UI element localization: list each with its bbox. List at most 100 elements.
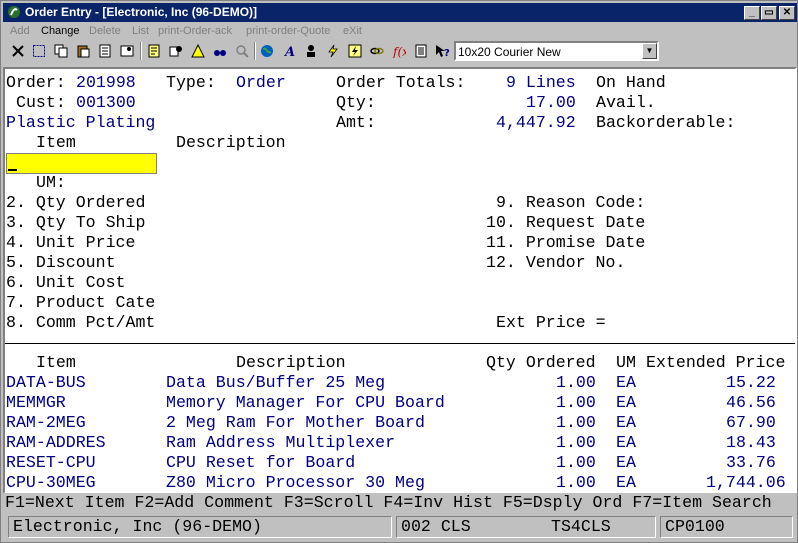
row-qty: 1.00 — [556, 433, 596, 452]
row-price: 33.76 — [726, 453, 776, 472]
avail-label: Avail. — [596, 93, 656, 112]
status-program: CP0100 — [660, 516, 793, 538]
status-company: Electronic, Inc (96-DEMO) — [8, 516, 392, 538]
col-header-item: Item — [36, 353, 76, 372]
row-um: EA — [616, 373, 636, 392]
terminal-screen[interactable]: Order: 201998 Type: Order Order Totals: … — [3, 67, 797, 494]
row-um: EA — [616, 473, 636, 492]
field-vendor-no[interactable]: 12. Vendor No. — [486, 253, 625, 273]
toolbar: A f(x) ? 10x20 Courier New ▼ — [3, 40, 797, 64]
users-icon[interactable] — [301, 41, 321, 61]
select-icon[interactable] — [29, 41, 49, 61]
cut-icon[interactable] — [8, 41, 28, 61]
function-icon[interactable]: f(x) — [389, 41, 409, 61]
earth-icon[interactable] — [257, 41, 277, 61]
menu-exit[interactable]: eXit — [343, 25, 362, 37]
menu-list[interactable]: List — [132, 25, 149, 37]
type-value: Order — [236, 73, 286, 92]
lightning-icon[interactable] — [323, 41, 343, 61]
field-promise-date[interactable]: 11. Promise Date — [486, 233, 645, 253]
field-unit-price[interactable]: 4. Unit Price — [6, 233, 135, 253]
notes-icon[interactable] — [144, 41, 164, 61]
font-icon[interactable]: A — [279, 41, 299, 61]
status-session-text: TS4CLS — [551, 517, 611, 536]
row-price: 1,744.06 — [706, 473, 786, 492]
chevron-down-icon[interactable]: ▼ — [642, 43, 657, 59]
clipboard-icon[interactable] — [95, 41, 115, 61]
function-key-hints: F1=Next Item F2=Add Comment F3=Scroll F4… — [5, 493, 772, 512]
row-description: Ram Address Multiplexer — [166, 433, 396, 452]
item-input[interactable] — [6, 153, 157, 174]
menu-print-order-ack[interactable]: print-Order-ack — [158, 25, 232, 37]
field-reason-code[interactable]: 9. Reason Code: — [486, 193, 645, 213]
row-item: MEMMGR — [6, 393, 66, 412]
amt-label: Amt: — [336, 113, 376, 132]
paste-icon[interactable] — [73, 41, 93, 61]
link-icon[interactable] — [367, 41, 387, 61]
field-discount[interactable]: 5. Discount — [6, 253, 116, 273]
alert-icon[interactable] — [188, 41, 208, 61]
qty-label: Qty: — [336, 93, 376, 112]
window-title: Order Entry - [Electronic, Inc (96-DEMO)… — [25, 5, 258, 19]
search-icon[interactable] — [232, 41, 252, 61]
document-icon[interactable] — [411, 41, 431, 61]
row-description: Z80 Micro Processor 30 Meg — [166, 473, 425, 492]
order-entry-window: Order Entry - [Electronic, Inc (96-DEMO)… — [0, 0, 798, 543]
ext-price-label: Ext Price = — [496, 313, 606, 332]
toolbar-separator — [140, 42, 142, 60]
lightning2-icon[interactable] — [345, 41, 365, 61]
field-comm-pct-amt[interactable]: 8. Comm Pct/Amt — [6, 313, 155, 333]
svg-text:f(x): f(x) — [392, 45, 406, 58]
menu-print-order-quote[interactable]: print-order-Quote — [246, 25, 330, 37]
row-item: DATA-BUS — [6, 373, 86, 392]
cust-name: Plastic Plating — [6, 113, 156, 132]
on-hand-label: On Hand — [596, 73, 666, 92]
field-product-category[interactable]: 7. Product Cate — [6, 293, 155, 313]
svg-text:?: ? — [444, 48, 450, 58]
status-terminal: 002 CLS TS4CLS — [396, 516, 656, 538]
help-icon[interactable]: ? — [433, 41, 453, 61]
col-header-qty-ordered: Qty Ordered — [486, 353, 596, 372]
row-um: EA — [616, 413, 636, 432]
field-qty-ordered[interactable]: 2. Qty Ordered — [6, 193, 145, 213]
menu-add[interactable]: Add — [10, 25, 30, 37]
row-qty: 1.00 — [556, 453, 596, 472]
copy-icon[interactable] — [51, 41, 71, 61]
qty-value: 17.00 — [526, 93, 576, 112]
user-icon[interactable] — [166, 41, 186, 61]
row-item: RAM-2MEG — [6, 413, 86, 432]
function-key-bar: F1=Next Item F2=Add Comment F3=Scroll F4… — [3, 493, 797, 513]
field-request-date[interactable]: 10. Request Date — [486, 213, 645, 233]
row-description: CPU Reset for Board — [166, 453, 356, 472]
row-description: Data Bus/Buffer 25 Meg — [166, 373, 386, 392]
row-description: Memory Manager For CPU Board — [166, 393, 445, 412]
field-qty-to-ship[interactable]: 3. Qty To Ship — [6, 213, 145, 233]
section-divider — [5, 343, 795, 344]
close-button[interactable]: ✕ — [779, 6, 795, 20]
menu-change[interactable]: Change — [41, 25, 80, 37]
status-company-text: Electronic, Inc (96-DEMO) — [13, 517, 262, 536]
row-um: EA — [616, 433, 636, 452]
toolbar-separator — [254, 42, 256, 60]
minimize-button[interactable]: _ — [744, 6, 760, 20]
status-terminal-text: 002 CLS — [401, 517, 471, 536]
restore-button[interactable]: ▭ — [761, 6, 777, 20]
title-bar[interactable]: Order Entry - [Electronic, Inc (96-DEMO)… — [3, 3, 797, 22]
row-um: EA — [616, 453, 636, 472]
col-header-extended-price: Extended Price — [646, 353, 786, 372]
settings-icon[interactable] — [117, 41, 137, 61]
cust-label: Cust: — [16, 93, 66, 112]
row-price: 67.90 — [726, 413, 776, 432]
cust-number: 001300 — [76, 93, 136, 112]
row-qty: 1.00 — [556, 393, 596, 412]
field-unit-cost[interactable]: 6. Unit Cost — [6, 273, 126, 293]
status-program-text: CP0100 — [665, 517, 725, 536]
menu-bar: Add Change Delete List print-Order-ack p… — [3, 24, 797, 40]
amt-value: 4,447.92 — [496, 113, 576, 132]
row-item: RESET-CPU — [6, 453, 96, 472]
font-select[interactable]: 10x20 Courier New ▼ — [454, 41, 659, 61]
binoculars-icon[interactable] — [210, 41, 230, 61]
menu-delete[interactable]: Delete — [89, 25, 121, 37]
col-header-um: UM — [616, 353, 636, 372]
text-cursor — [8, 169, 17, 171]
